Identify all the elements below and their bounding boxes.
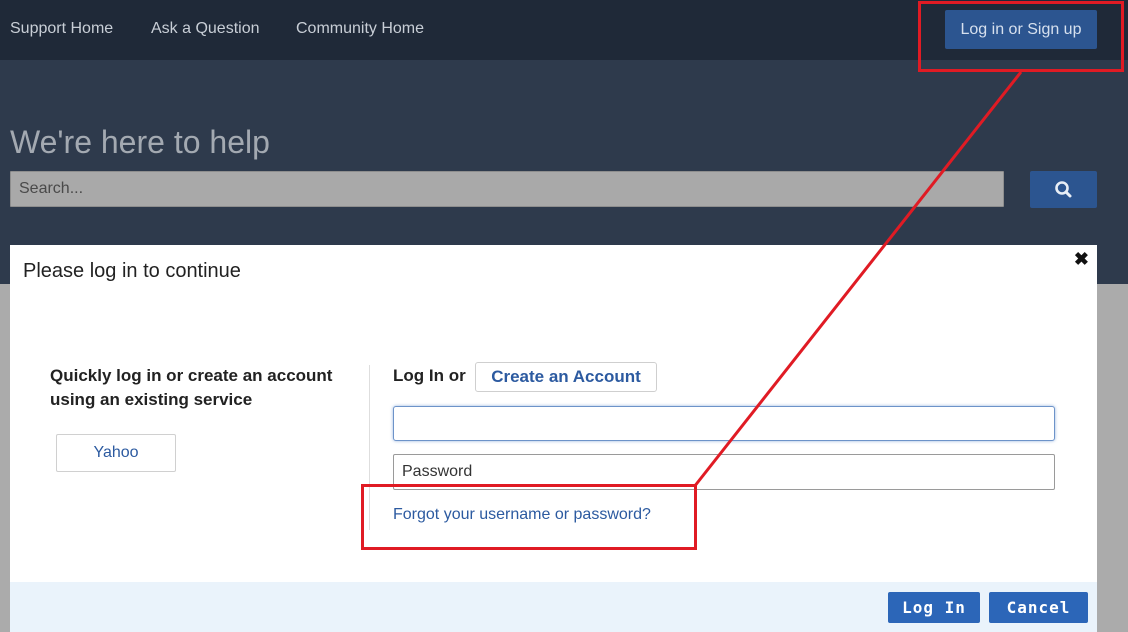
annotation-arrow-line [692,71,1023,488]
